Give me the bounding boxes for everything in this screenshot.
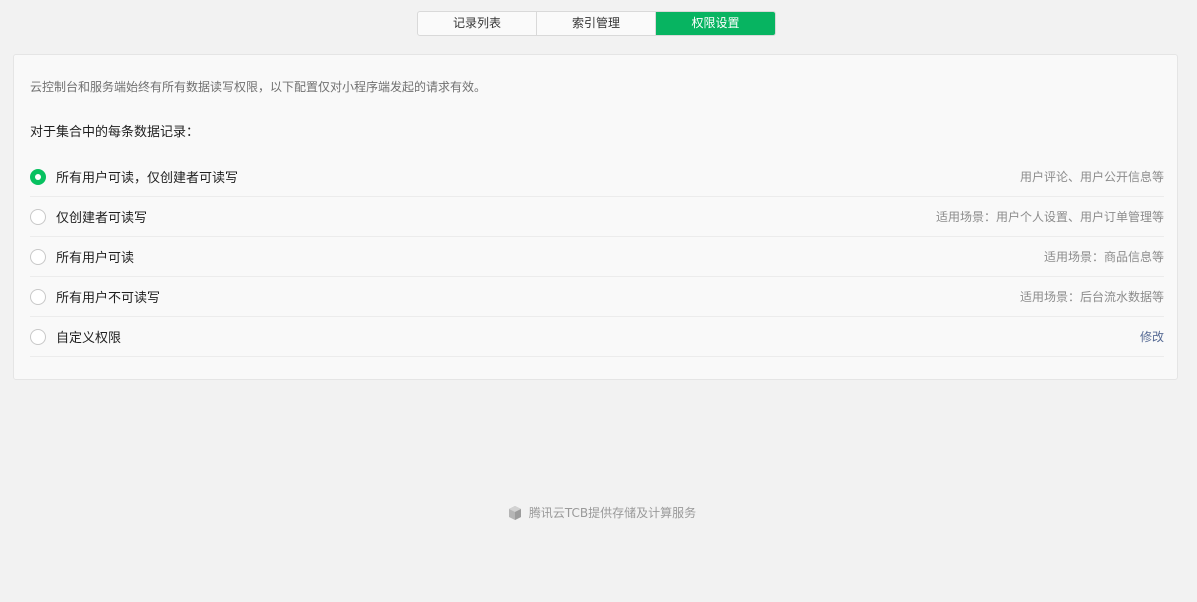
tab-index-management[interactable]: 索引管理 [537,12,656,35]
footer: 腾讯云TCB提供存储及计算服务 [0,504,1197,521]
radio-checked-icon[interactable] [30,168,46,185]
section-label: 对于集合中的每条数据记录： [30,125,200,140]
radio-icon[interactable] [30,288,46,305]
option-no-access[interactable]: 所有用户不可读写 适用场景：后台流水数据等 [30,277,1164,317]
radio-icon[interactable] [30,208,46,225]
option-creator-only[interactable]: 仅创建者可读写 适用场景：用户个人设置、用户订单管理等 [30,197,1164,237]
option-hint: 适用场景：后台流水数据等 [1019,290,1164,304]
option-label: 所有用户不可读写 [56,291,161,306]
tab-record-list[interactable]: 记录列表 [418,12,537,35]
option-all-read-creator-write[interactable]: 所有用户可读，仅创建者可读写 用户评论、用户公开信息等 [30,157,1164,197]
permission-options: 所有用户可读，仅创建者可读写 用户评论、用户公开信息等 仅创建者可读写 适用场景… [30,157,1164,357]
option-label: 所有用户可读 [56,251,135,266]
option-hint: 用户评论、用户公开信息等 [1019,170,1164,184]
option-custom[interactable]: 自定义权限 修改 [30,317,1164,357]
option-label: 仅创建者可读写 [56,211,148,226]
option-hint: 适用场景：用户个人设置、用户订单管理等 [935,210,1164,224]
tab-permission-settings[interactable]: 权限设置 [656,12,775,35]
option-label: 自定义权限 [56,331,122,346]
option-label: 所有用户可读，仅创建者可读写 [56,171,239,186]
tab-bar: 记录列表 索引管理 权限设置 [417,11,776,36]
footer-text: 腾讯云TCB提供存储及计算服务 [528,506,697,520]
edit-custom-permission-link[interactable]: 修改 [1140,328,1164,345]
permission-notice: 云控制台和服务端始终有所有数据读写权限，以下配置仅对小程序端发起的请求有效。 [30,80,487,94]
radio-icon[interactable] [30,328,46,345]
option-hint: 适用场景：商品信息等 [1043,250,1164,264]
radio-icon[interactable] [30,248,46,265]
option-all-read[interactable]: 所有用户可读 适用场景：商品信息等 [30,237,1164,277]
permission-panel: 云控制台和服务端始终有所有数据读写权限，以下配置仅对小程序端发起的请求有效。 对… [13,54,1178,380]
tencent-cloud-logo-icon [508,505,521,520]
